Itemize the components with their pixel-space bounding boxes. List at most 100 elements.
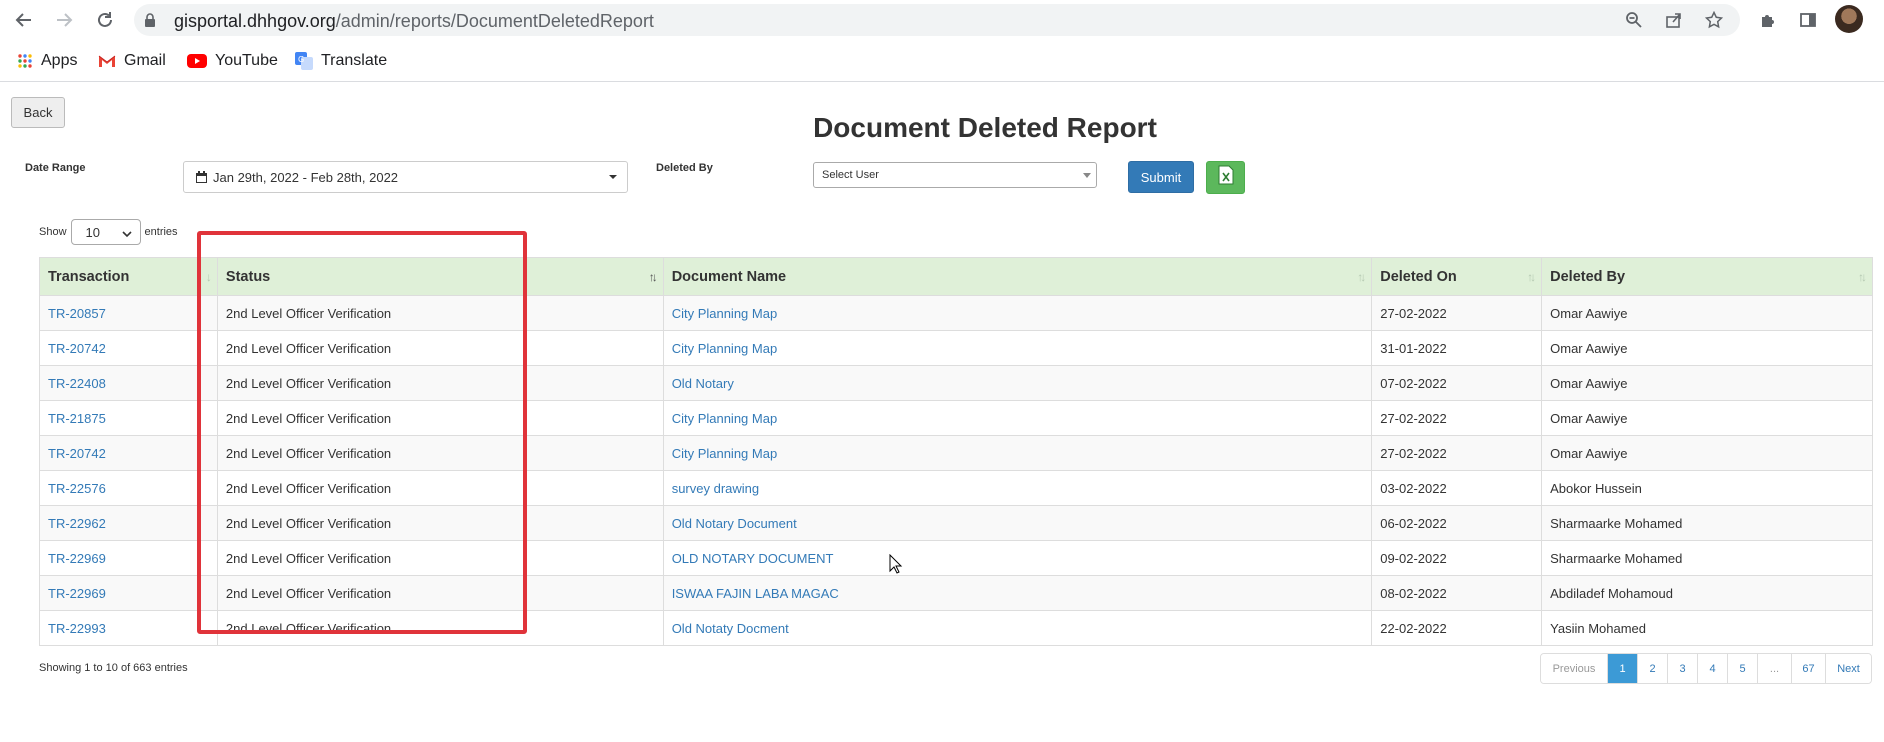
pagination-next[interactable]: Next	[1825, 654, 1871, 683]
table-header-row: Transaction ↓ Status ↑↓ Document Name ↑↓ De…	[39, 257, 1873, 296]
zoom-icon[interactable]	[1624, 10, 1644, 30]
bookmark-label: Gmail	[124, 52, 166, 69]
bookmark-label: YouTube	[215, 52, 278, 69]
forward-arrow-icon[interactable]	[52, 8, 76, 32]
gmail-icon	[98, 54, 116, 68]
bookmark-apps[interactable]: Apps	[17, 50, 77, 72]
browser-toolbar: gisportal.dhhgov.org/admin/reports/Docum…	[0, 0, 1884, 40]
pagination-page-1[interactable]: 1	[1607, 654, 1637, 683]
show-label: Show	[39, 226, 67, 238]
cell-deleted-on: 03-02-2022	[1371, 470, 1543, 506]
cell-transaction[interactable]: TR-20857	[39, 295, 218, 331]
cell-deleted-by: Sharmaarke Mohamed	[1541, 505, 1873, 541]
profile-avatar[interactable]	[1835, 5, 1863, 33]
lock-icon	[144, 13, 156, 32]
translate-icon: G	[295, 52, 313, 70]
column-header-deleted-by[interactable]: Deleted By ↑↓	[1541, 257, 1873, 296]
column-header-transaction[interactable]: Transaction ↓	[39, 257, 218, 296]
cell-status: 2nd Level Officer Verification	[216, 365, 664, 401]
table-row: TR-21875 2nd Level Officer Verification Ci…	[39, 400, 1873, 436]
deleted-by-select[interactable]: Select User	[813, 162, 1097, 188]
table-row: TR-22969 2nd Level Officer Verification OL…	[39, 540, 1873, 576]
svg-text:G: G	[298, 55, 304, 64]
cell-transaction[interactable]: TR-22962	[39, 505, 218, 541]
cell-document-name[interactable]: OLD NOTARY DOCUMENT	[662, 540, 1373, 576]
cell-document-name[interactable]: Old Notary Document	[662, 505, 1373, 541]
extensions-puzzle-icon[interactable]	[1756, 8, 1780, 32]
pagination-page-5[interactable]: 5	[1727, 654, 1757, 683]
deleted-by-label: Deleted By	[656, 162, 713, 174]
cell-deleted-by: Omar Aawiye	[1541, 400, 1873, 436]
pagination-page-2[interactable]: 2	[1637, 654, 1667, 683]
cell-status: 2nd Level Officer Verification	[216, 575, 664, 611]
cell-document-name[interactable]: City Planning Map	[662, 330, 1373, 366]
cell-document-name[interactable]: City Planning Map	[662, 295, 1373, 331]
side-panel-icon[interactable]	[1796, 8, 1820, 32]
cell-transaction[interactable]: TR-22969	[39, 540, 218, 576]
cell-document-name[interactable]: City Planning Map	[662, 435, 1373, 471]
share-icon[interactable]	[1664, 10, 1684, 30]
column-label: Deleted On	[1380, 268, 1457, 285]
excel-export-icon	[1217, 165, 1235, 190]
cell-transaction[interactable]: TR-22969	[39, 575, 218, 611]
cell-transaction[interactable]: TR-22576	[39, 470, 218, 506]
cell-deleted-on: 07-02-2022	[1371, 365, 1543, 401]
table-row: TR-22993 2nd Level Officer Verification Ol…	[39, 610, 1873, 646]
cell-status: 2nd Level Officer Verification	[216, 470, 664, 506]
column-label: Transaction	[48, 268, 130, 285]
select-user-value: Select User	[822, 169, 879, 181]
cell-transaction[interactable]: TR-20742	[39, 435, 218, 471]
table-row: TR-22969 2nd Level Officer Verification IS…	[39, 575, 1873, 611]
pagination-page-67[interactable]: 67	[1791, 654, 1825, 683]
date-range-picker[interactable]: Jan 29th, 2022 - Feb 28th, 2022	[183, 161, 628, 193]
page-length-control: Show 10 entries	[39, 219, 178, 245]
cell-deleted-by: Omar Aawiye	[1541, 365, 1873, 401]
reload-icon[interactable]	[93, 8, 117, 32]
bookmarks-bar: Apps Gmail YouTube G Translate	[0, 40, 1884, 82]
dropdown-arrow-icon	[1083, 173, 1091, 178]
star-icon[interactable]	[1704, 10, 1724, 30]
page-length-select[interactable]: 10	[70, 219, 141, 245]
cell-document-name[interactable]: Old Notary	[662, 365, 1373, 401]
cell-deleted-on: 27-02-2022	[1371, 400, 1543, 436]
column-header-document-name[interactable]: Document Name ↑↓	[662, 257, 1373, 296]
entries-label: entries	[144, 226, 178, 238]
page-title: Document Deleted Report	[813, 112, 1157, 143]
column-label: Document Name	[671, 268, 787, 285]
bookmark-label: Apps	[41, 52, 78, 69]
chevron-down-icon	[121, 226, 132, 241]
cell-document-name[interactable]: City Planning Map	[662, 400, 1373, 436]
cell-document-name[interactable]: survey drawing	[662, 470, 1373, 506]
bookmark-translate[interactable]: G Translate	[295, 50, 387, 72]
bookmark-youtube[interactable]: YouTube	[187, 50, 278, 72]
column-header-deleted-on[interactable]: Deleted On ↑↓	[1371, 257, 1543, 296]
mouse-cursor-icon	[889, 553, 903, 579]
column-header-status[interactable]: Status ↑↓	[216, 257, 664, 296]
excel-export-button[interactable]	[1206, 161, 1245, 194]
date-range-label: Date Range	[25, 162, 86, 174]
submit-button[interactable]: Submit	[1128, 161, 1194, 193]
column-label: Deleted By	[1550, 268, 1626, 285]
cell-transaction[interactable]: TR-22993	[39, 610, 218, 646]
column-label: Status	[225, 268, 271, 285]
cell-transaction[interactable]: TR-21875	[39, 400, 218, 436]
table-row: TR-22576 2nd Level Officer Verification su…	[39, 470, 1873, 506]
bookmark-gmail[interactable]: Gmail	[98, 50, 166, 72]
pagination-page-4[interactable]: 4	[1697, 654, 1727, 683]
back-arrow-icon[interactable]	[12, 8, 36, 32]
cell-deleted-by: Omar Aawiye	[1541, 295, 1873, 331]
cell-document-name[interactable]: ISWAA FAJIN LABA MAGAC	[662, 575, 1373, 611]
cell-document-name[interactable]: Old Notaty Docment	[662, 610, 1373, 646]
cell-transaction[interactable]: TR-20742	[39, 330, 218, 366]
pagination-page-3[interactable]: 3	[1667, 654, 1697, 683]
pagination-previous[interactable]: Previous	[1541, 654, 1607, 683]
cell-status: 2nd Level Officer Verification	[216, 330, 664, 366]
address-bar[interactable]: gisportal.dhhgov.org/admin/reports/Docum…	[134, 4, 1740, 36]
table-info: Showing 1 to 10 of 663 entries	[39, 662, 188, 674]
caret-down-icon	[609, 175, 617, 179]
page-length-value: 10	[85, 224, 100, 240]
table-row: TR-22408 2nd Level Officer Verification Ol…	[39, 365, 1873, 401]
table-row: TR-22962 2nd Level Officer Verification Ol…	[39, 505, 1873, 541]
cell-transaction[interactable]: TR-22408	[39, 365, 218, 401]
pagination-ellipsis: ...	[1757, 654, 1791, 683]
